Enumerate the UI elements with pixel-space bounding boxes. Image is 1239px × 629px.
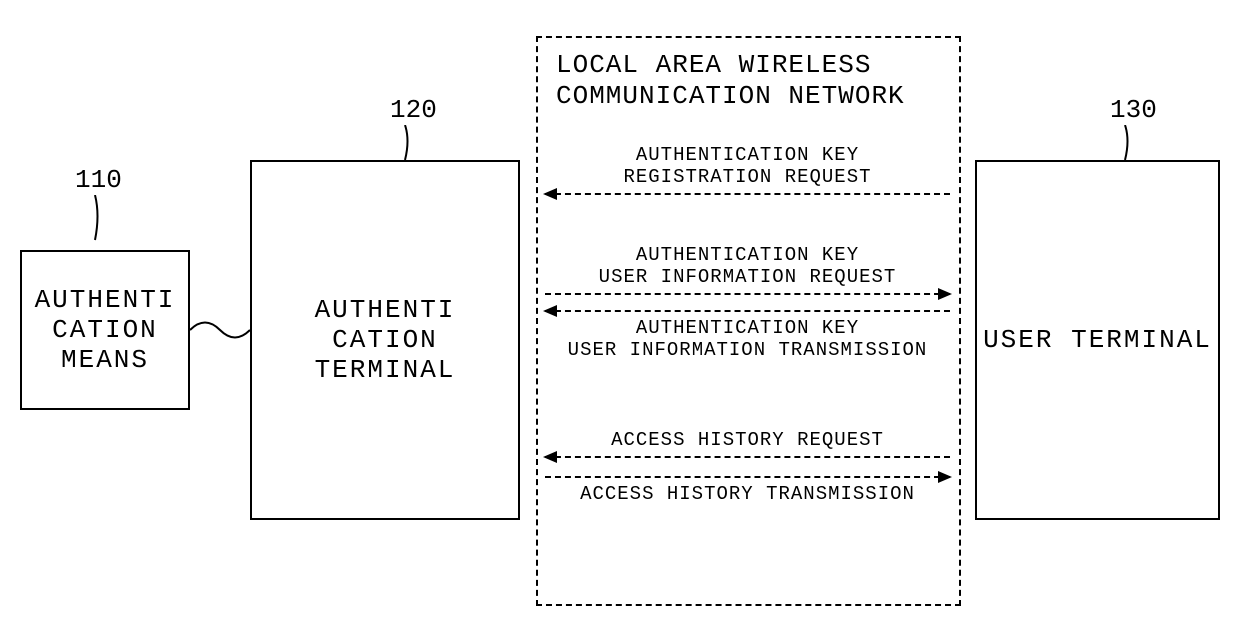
arrow-info-transmission: AUTHENTICATION KEY USER INFORMATION TRAN… — [545, 310, 950, 366]
ref-label-130: 130 — [1110, 95, 1157, 125]
arrow-reg-request: AUTHENTICATION KEY REGISTRATION REQUEST — [545, 145, 950, 195]
arrow-right-icon — [545, 476, 950, 478]
network-title: LOCAL AREA WIRELESS COMMUNICATION NETWOR… — [556, 50, 905, 112]
arrow-history-request-label: ACCESS HISTORY REQUEST — [545, 430, 950, 452]
auth-means-box: AUTHENTI CATION MEANS — [20, 250, 190, 410]
connector-line — [190, 320, 250, 350]
ref-label-120: 120 — [390, 95, 437, 125]
auth-means-label: AUTHENTI CATION MEANS — [35, 285, 176, 375]
arrow-right-icon — [545, 293, 950, 295]
arrow-history-request: ACCESS HISTORY REQUEST — [545, 430, 950, 458]
ref-line-120 — [395, 125, 425, 165]
ref-label-110: 110 — [75, 165, 122, 195]
arrow-info-request-label: AUTHENTICATION KEY USER INFORMATION REQU… — [545, 245, 950, 289]
ref-line-130 — [1115, 125, 1145, 165]
arrow-left-icon — [545, 310, 950, 312]
arrow-left-icon — [545, 456, 950, 458]
arrow-reg-request-label: AUTHENTICATION KEY REGISTRATION REQUEST — [545, 145, 950, 189]
user-terminal-label: USER TERMINAL — [983, 325, 1212, 355]
arrow-info-request: AUTHENTICATION KEY USER INFORMATION REQU… — [545, 245, 950, 295]
arrow-history-transmission: ACCESS HISTORY TRANSMISSION — [545, 476, 950, 510]
auth-terminal-label: AUTHENTI CATION TERMINAL — [315, 295, 456, 385]
arrow-info-transmission-label: AUTHENTICATION KEY USER INFORMATION TRAN… — [545, 318, 950, 362]
arrow-left-icon — [545, 193, 950, 195]
ref-line-110 — [85, 195, 115, 250]
user-terminal-box: USER TERMINAL — [975, 160, 1220, 520]
auth-terminal-box: AUTHENTI CATION TERMINAL — [250, 160, 520, 520]
arrow-history-transmission-label: ACCESS HISTORY TRANSMISSION — [545, 484, 950, 506]
